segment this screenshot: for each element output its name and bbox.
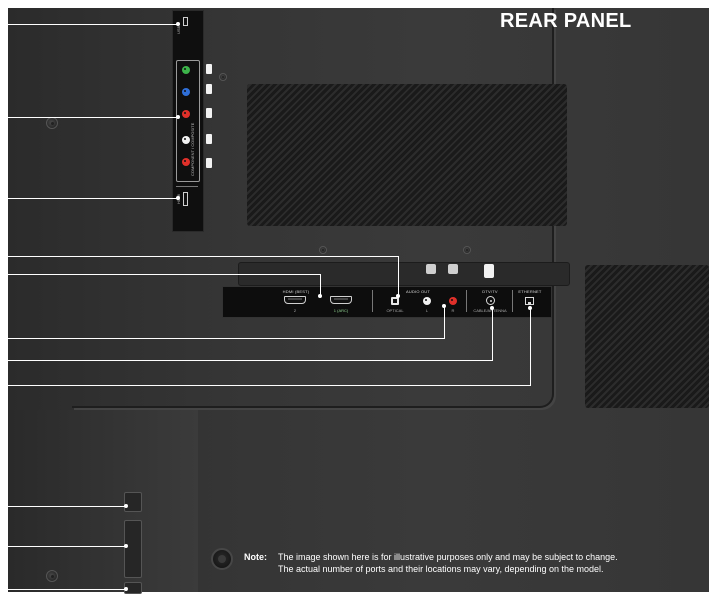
side-button: [206, 84, 212, 94]
callout-dot: [124, 544, 128, 548]
rca-white-icon: [423, 297, 431, 305]
note-line-1: Note: The image shown here is for illustr…: [244, 551, 618, 563]
callout-line: [8, 274, 320, 275]
note-text-1: The image shown here is for illustrative…: [278, 552, 618, 562]
usb-icon: [183, 17, 188, 26]
callout-dot: [124, 504, 128, 508]
stand-bracket: [124, 520, 142, 578]
rca-red-icon: [449, 297, 457, 305]
divider: [176, 186, 198, 187]
hdmi-icon: [330, 296, 352, 304]
knob: [484, 264, 494, 278]
divider: [512, 290, 513, 312]
callout-line: [8, 256, 398, 257]
knob: [426, 264, 436, 274]
callout-line: [320, 274, 321, 296]
divider: [372, 290, 373, 312]
ethernet-icon: [525, 297, 534, 305]
callout-line: [8, 385, 530, 386]
callout-line: [8, 117, 178, 118]
ethernet-label: ETHERNET: [518, 289, 542, 294]
callout-dot: [528, 306, 532, 310]
rca-green-icon: [182, 66, 190, 74]
audio-out-label: AUDIO OUT: [405, 289, 431, 294]
callout-line: [492, 308, 493, 361]
screw-icon: [463, 246, 471, 254]
side-button: [206, 134, 212, 144]
screw-icon: [219, 73, 227, 81]
callout-dot: [318, 294, 322, 298]
callout-line: [530, 308, 531, 386]
callout-line: [398, 256, 399, 296]
optical-label: OPTICAL: [386, 308, 404, 313]
rca-blue-icon: [182, 88, 190, 96]
callout-line: [8, 198, 178, 199]
callout-dot: [490, 306, 494, 310]
audio-left-label: L: [425, 308, 429, 313]
note-label: Note:: [244, 552, 267, 562]
disclaimer-note: Note: The image shown here is for illustr…: [244, 551, 618, 575]
bottom-port-panel: [222, 286, 552, 318]
divider: [466, 290, 467, 312]
side-button: [206, 108, 212, 118]
audio-right-label: R: [451, 308, 455, 313]
screw-icon: [46, 117, 58, 129]
rca-white-icon: [182, 136, 190, 144]
screw-icon: [46, 570, 58, 582]
rca-red-icon: [182, 158, 190, 166]
note-text-2: The actual number of ports and their loc…: [278, 564, 604, 574]
screw-icon: [211, 548, 233, 570]
callout-dot: [396, 294, 400, 298]
rca-red-icon: [182, 110, 190, 118]
side-button: [206, 158, 212, 168]
callout-line: [8, 546, 126, 547]
stand-bracket: [124, 492, 142, 512]
callout-line: [444, 306, 445, 339]
vent-grille-upper: [247, 84, 567, 226]
tv-stand-area: [8, 410, 198, 592]
hdmi-1-arc-label: 1 (ARC): [333, 308, 349, 313]
hdmi-icon: [183, 192, 188, 206]
hdmi-2-label: 2: [293, 308, 297, 313]
rear-panel-title: REAR PANEL: [500, 10, 632, 32]
dtv-label: DTV/TV: [482, 289, 498, 294]
optical-icon: [391, 297, 399, 305]
callout-line: [8, 24, 178, 25]
callout-dot: [124, 587, 128, 591]
callout-line: [8, 338, 444, 339]
screw-icon: [319, 246, 327, 254]
side-button: [206, 64, 212, 74]
callout-dot: [442, 304, 446, 308]
callout-line: [8, 506, 126, 507]
vent-grille-right: [585, 265, 709, 408]
hdmi-icon: [284, 296, 306, 304]
callout-dot: [176, 196, 180, 200]
callout-dot: [176, 22, 180, 26]
callout-line: [8, 589, 126, 590]
callout-dot: [176, 115, 180, 119]
note-line-2: The actual number of ports and their loc…: [244, 563, 618, 575]
coax-icon: [486, 296, 495, 305]
side-usb-label: USB: [176, 25, 181, 34]
knob: [448, 264, 458, 274]
callout-line: [8, 360, 492, 361]
side-component-label: COMPONENT / COMPOSITE: [190, 122, 195, 176]
rear-panel-diagram: USB COMPONENT / COMPOSITE HDMI HDMI (BES…: [0, 0, 709, 594]
hdmi-best-label: HDMI (BEST): [282, 289, 310, 294]
